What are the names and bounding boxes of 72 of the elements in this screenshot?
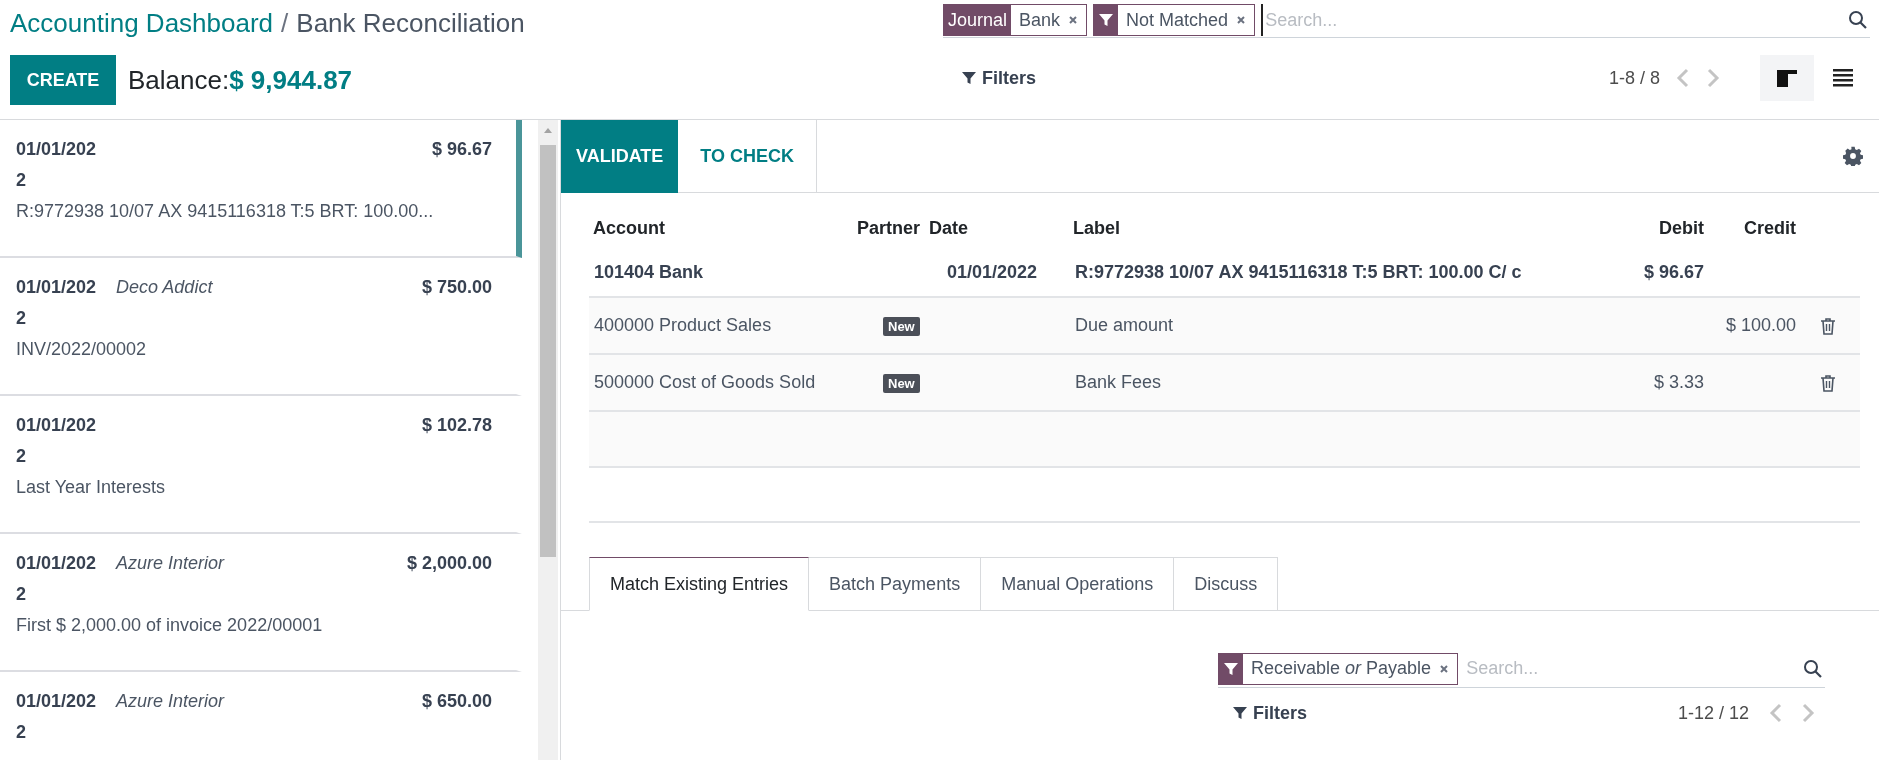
column-header: Date	[928, 216, 969, 240]
breadcrumb-link[interactable]: Accounting Dashboard	[10, 3, 274, 43]
remove-icon[interactable]	[1068, 15, 1079, 26]
filters-button[interactable]: Filters	[1218, 699, 1308, 727]
statement-card[interactable]: 01/01/2022 $ 96.67 R:9772938 10/07 AX 9415116318 T:5 BRT: 100.00...	[0, 120, 522, 258]
label-cell: Bank Fees	[1075, 372, 1162, 392]
partner-name: Azure Interior	[116, 552, 225, 575]
statement-amount: $ 102.78	[421, 414, 492, 437]
column-header: Debit	[1658, 216, 1704, 240]
facet-value: Not Matched	[1126, 8, 1229, 32]
statement-date: 01/01/2022	[16, 414, 98, 468]
statement-amount: $ 650.00	[421, 690, 492, 713]
facet-label: Journal	[944, 5, 1012, 36]
tab[interactable]: Discuss	[1174, 557, 1279, 611]
amount-cell: $ 3.33	[1653, 372, 1704, 392]
column-header: Account	[592, 216, 666, 240]
statement-amount: $ 2,000.00	[406, 552, 492, 575]
statement-date: 01/01/2022	[16, 690, 98, 744]
remove-icon[interactable]	[1439, 663, 1450, 674]
statement-date: 01/01/2022	[16, 138, 98, 192]
statement-description: INV/2022/00002	[16, 338, 148, 361]
search-field[interactable]: Search...	[1464, 652, 1797, 685]
filter-icon	[1232, 705, 1248, 721]
date-cell: 01/01/2022	[947, 262, 1038, 282]
new-badge: New	[883, 374, 920, 393]
statement-description: Last Year Interests	[16, 476, 167, 499]
tab[interactable]: Match Existing Entries	[589, 557, 810, 611]
facet-value: Bank	[1019, 8, 1061, 32]
search-field[interactable]: Search...	[1261, 4, 1842, 37]
statement-description: First $ 2,000.00 of invoice 2022/00001	[16, 614, 324, 637]
settings-icon[interactable]	[1843, 146, 1863, 166]
partner-name: Deco Addict	[116, 276, 213, 299]
kanban-icon	[1777, 69, 1797, 87]
create-button[interactable]: CREATE	[10, 55, 116, 105]
scrollbar[interactable]	[538, 120, 558, 760]
page-title: Bank Reconciliation	[296, 6, 525, 40]
statement-date: 01/01/2022	[16, 276, 98, 330]
statement-amount: $ 750.00	[421, 276, 492, 299]
facet-value: Receivable or Payable	[1251, 657, 1432, 680]
tab[interactable]: Manual Operations	[981, 557, 1175, 611]
delete-icon[interactable]	[1820, 373, 1836, 392]
breadcrumb-separator: /	[281, 6, 289, 40]
balance-label: Balance:	[128, 63, 230, 97]
amount-cell: $ 96.67	[1643, 262, 1704, 282]
statement-description: R:9772938 10/07 AX 9415116318 T:5 BRT: 100.00...	[16, 200, 435, 223]
statement-date: 01/01/2022	[16, 552, 98, 606]
column-header: Partner	[857, 216, 922, 240]
label-cell: Due amount	[1075, 315, 1174, 335]
column-header: Label	[1073, 216, 1121, 240]
kanban-view-button[interactable]	[1760, 55, 1814, 102]
filter-icon	[961, 70, 977, 87]
to-check-button[interactable]: TO CHECK	[678, 120, 817, 193]
tab[interactable]: Batch Payments	[809, 557, 982, 611]
new-badge: New	[883, 317, 920, 336]
validate-button[interactable]: VALIDATE	[561, 120, 679, 193]
amount-cell: $ 100.00	[1725, 315, 1796, 335]
partner-name: Azure Interior	[116, 690, 225, 713]
delete-icon[interactable]	[1820, 316, 1836, 335]
statement-amount: $ 96.67	[431, 138, 492, 161]
column-header: Credit	[1743, 216, 1796, 240]
account-cell: 500000 Cost of Goods Sold	[594, 372, 816, 392]
pager: 1-8 / 8	[1608, 66, 1660, 90]
list-icon	[1833, 69, 1853, 88]
filters-button[interactable]: Filters	[943, 64, 1037, 92]
label-cell: R:9772938 10/07 AX 9415116318 T:5 BRT: 100.00 C/ c	[1075, 262, 1522, 282]
pager: 1-12 / 12	[1677, 701, 1749, 725]
search-icon[interactable]	[1848, 10, 1868, 31]
account-cell: 101404 Bank	[594, 262, 704, 282]
balance-value: $ 9,944.87	[229, 63, 353, 97]
search-icon[interactable]	[1803, 658, 1823, 679]
remove-icon[interactable]	[1236, 15, 1247, 26]
account-cell: 400000 Product Sales	[594, 315, 772, 335]
